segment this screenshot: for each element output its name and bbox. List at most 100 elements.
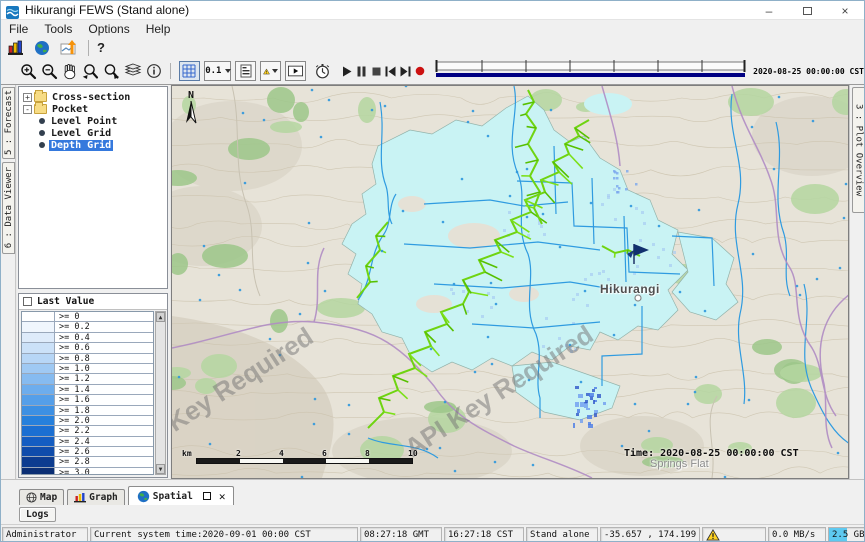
stop-button[interactable] — [370, 61, 383, 81]
expand-toggle-icon[interactable]: + — [23, 93, 32, 102]
legend-threshold-label: >= 1.4 — [55, 385, 90, 394]
legend-table: >= 0>= 0.2>= 0.4>= 0.6>= 0.8>= 1.0>= 1.2… — [21, 311, 154, 475]
node-bullet-icon — [39, 130, 45, 136]
collapse-toggle-icon[interactable]: - — [23, 105, 32, 114]
legend-threshold-label: >= 0.2 — [55, 322, 90, 331]
layers-icon — [124, 63, 142, 79]
legend-color-swatch — [22, 437, 55, 446]
info-button[interactable] — [146, 61, 162, 81]
menu-tools[interactable]: Tools — [36, 22, 80, 36]
panel-close-icon[interactable]: ✕ — [219, 490, 226, 503]
play-icon — [342, 66, 352, 77]
movie-icon — [288, 65, 303, 77]
info-icon — [146, 63, 162, 79]
status-gmt-time: 08:27:18 GMT — [360, 527, 442, 542]
town-marker — [635, 295, 641, 301]
menu-bar: FileToolsOptionsHelp — [1, 20, 864, 37]
status-throughput: 0.0 MB/s — [768, 527, 826, 542]
step-start-button[interactable] — [385, 61, 398, 81]
zoom-previous-button[interactable] — [82, 61, 99, 81]
tab-data-viewer[interactable]: 6 : Data Viewer — [2, 162, 15, 254]
tree-item-label: Depth Grid — [49, 140, 113, 151]
map-view[interactable]: N API Key Required API Key Required Hiku… — [171, 85, 849, 479]
grid-display-button[interactable] — [179, 61, 200, 81]
tree-item-label: Level Point — [49, 116, 119, 127]
legend-threshold-label: >= 2.8 — [55, 457, 90, 466]
scroll-up-icon[interactable]: ▲ — [156, 312, 165, 322]
tree-item-level-point[interactable]: Level Point — [19, 115, 167, 127]
timeseries-display-button[interactable] — [60, 38, 80, 58]
panel-maximize-icon[interactable] — [203, 492, 211, 500]
last-value-checkbox[interactable] — [23, 297, 32, 306]
zoom-in-button[interactable] — [20, 61, 37, 81]
maximize-button[interactable] — [788, 1, 826, 20]
legend-icon — [240, 64, 252, 78]
menu-help[interactable]: Help — [138, 22, 179, 36]
legend-color-swatch — [22, 333, 55, 342]
legend-button[interactable] — [235, 61, 256, 81]
step-end-icon — [400, 66, 411, 77]
legend-threshold-label: >= 1.8 — [55, 406, 90, 415]
record-button[interactable] — [414, 61, 427, 81]
status-user: Administrator — [2, 527, 88, 542]
minimize-button[interactable]: – — [750, 1, 788, 20]
last-value-row: Last Value — [19, 294, 167, 310]
timer-button[interactable] — [314, 61, 331, 81]
menu-file[interactable]: File — [1, 22, 36, 36]
zoom-next-icon — [103, 63, 120, 80]
pause-button[interactable] — [356, 61, 369, 81]
globe-icon — [137, 490, 150, 503]
tab-graph[interactable]: Graph — [67, 489, 125, 505]
tree-item-depth-grid[interactable]: Depth Grid — [19, 139, 167, 151]
legend-color-swatch — [22, 322, 55, 331]
legend-row: >= 0.4 — [22, 333, 153, 343]
legend-color-swatch — [22, 468, 55, 475]
legend-threshold-label: >= 2.4 — [55, 437, 90, 446]
legend-row: >= 1.8 — [22, 406, 153, 416]
map-canvas[interactable] — [172, 86, 849, 478]
interval-dropdown[interactable]: 0.1 — [204, 61, 231, 81]
tree-item-level-grid[interactable]: Level Grid — [19, 127, 167, 139]
app-logo-icon — [6, 4, 19, 17]
legend-row: >= 2.8 — [22, 457, 153, 467]
bottom-bar: Map Graph Spatial ✕ Logs — [1, 479, 864, 524]
tree-item-pocket[interactable]: -Pocket — [19, 103, 167, 115]
legend-row: >= 1.0 — [22, 364, 153, 374]
timeline-slider[interactable] — [435, 60, 747, 82]
menu-options[interactable]: Options — [80, 22, 137, 36]
timeline-range-bar — [436, 73, 745, 77]
explorer-panel: +Cross-section-PocketLevel PointLevel Gr… — [17, 85, 170, 479]
legend-scrollbar[interactable]: ▲ ▼ — [155, 311, 166, 475]
play-button[interactable] — [341, 61, 354, 81]
maximize-icon — [803, 7, 812, 15]
tab-map[interactable]: Map — [19, 489, 64, 505]
bar-chart-icon — [74, 492, 86, 503]
layers-button[interactable] — [124, 61, 142, 81]
tab-plot-overview[interactable]: 3 : Plot Overview — [852, 87, 865, 213]
datastore-button[interactable] — [7, 38, 24, 58]
tab-forecast[interactable]: 5 : Forecast — [2, 87, 15, 159]
legend-row: >= 2.0 — [22, 416, 153, 426]
pan-button[interactable] — [62, 61, 78, 81]
logs-button[interactable]: Logs — [19, 507, 56, 522]
right-tab-rail: 3 : Plot Overview — [849, 85, 865, 479]
zoom-next-button[interactable] — [103, 61, 120, 81]
legend-row: >= 3.0 — [22, 468, 153, 475]
legend-color-swatch — [22, 457, 55, 466]
legend-threshold-label: >= 3.0 — [55, 468, 90, 475]
step-end-button[interactable] — [399, 61, 412, 81]
interval-value: 0.1 — [205, 66, 221, 76]
legend-threshold-label: >= 1.2 — [55, 374, 90, 383]
zoom-out-button[interactable] — [41, 61, 58, 81]
help-button[interactable]: ? — [97, 38, 105, 58]
folder-icon — [34, 92, 47, 102]
legend-row: >= 2.2 — [22, 426, 153, 436]
movie-player-button[interactable] — [285, 61, 306, 81]
status-memory: 2.5 GB — [828, 527, 865, 542]
scroll-down-icon[interactable]: ▼ — [156, 464, 165, 474]
warning-dropdown[interactable] — [260, 61, 281, 81]
tab-spatial[interactable]: Spatial ✕ — [128, 486, 235, 505]
close-button[interactable]: × — [826, 1, 864, 20]
legend-row: >= 0 — [22, 312, 153, 322]
map-display-button[interactable] — [34, 38, 50, 58]
